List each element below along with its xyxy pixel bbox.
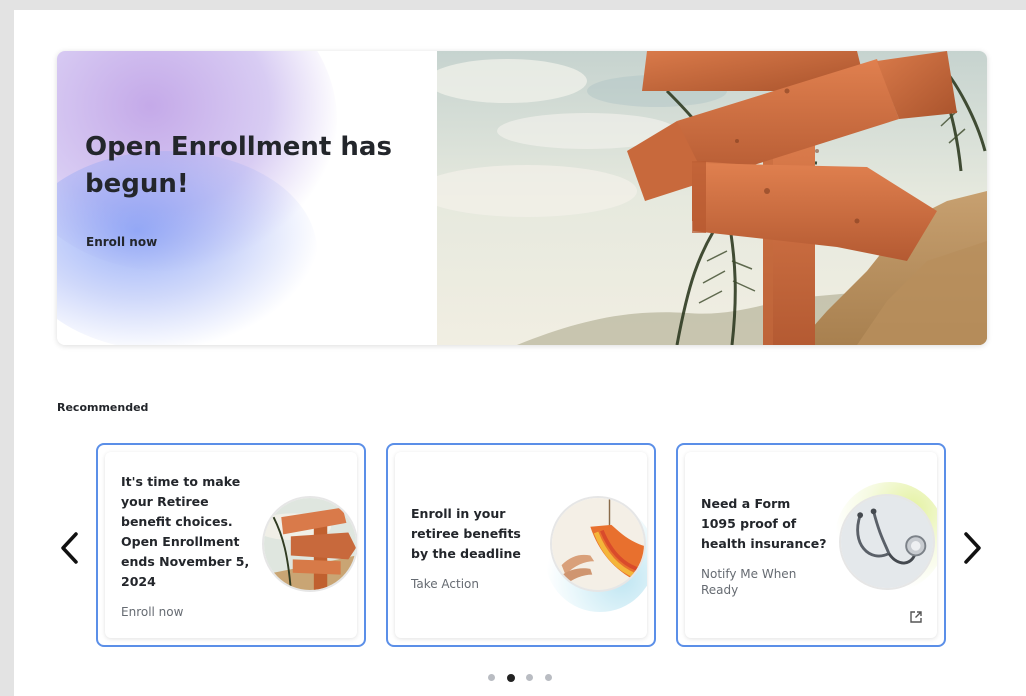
card-body: Need a Form 1095 proof of health insuran… xyxy=(685,452,937,638)
recommended-card-1[interactable]: It's time to make your Retiree benefit c… xyxy=(96,443,366,647)
hero-text-panel: Open Enrollment has begun! Enroll now xyxy=(57,51,437,345)
card-body: Enroll in your retiree benefits by the d… xyxy=(395,452,647,638)
pagination-dot-3[interactable] xyxy=(526,674,533,681)
hammock-image xyxy=(550,496,646,592)
pagination-dot-2[interactable] xyxy=(507,673,515,682)
recommended-card-3[interactable]: Need a Form 1095 proof of health insuran… xyxy=(676,443,946,647)
card-body: It's time to make your Retiree benefit c… xyxy=(105,452,357,638)
card-title: Need a Form 1095 proof of health insuran… xyxy=(701,496,827,551)
pagination-dot-4[interactable] xyxy=(545,674,552,681)
pagination-dot-1[interactable] xyxy=(488,674,495,681)
signpost-hero-image xyxy=(437,51,987,345)
card-action-link[interactable]: Take Action xyxy=(411,576,479,592)
card-action-link[interactable]: Notify Me When Ready xyxy=(701,566,811,598)
stethoscope-image xyxy=(839,494,935,590)
carousel-prev-button[interactable] xyxy=(56,530,84,566)
signpost-image xyxy=(262,496,357,592)
hero-title: Open Enrollment has begun! xyxy=(85,132,392,199)
card-title: It's time to make your Retiree benefit c… xyxy=(121,474,250,589)
window-frame-left xyxy=(0,0,14,696)
external-link-icon[interactable] xyxy=(909,610,923,624)
card-title: Enroll in your retiree benefits by the d… xyxy=(411,506,521,561)
recommended-card-2[interactable]: Enroll in your retiree benefits by the d… xyxy=(386,443,656,647)
recommended-heading: Recommended xyxy=(57,401,149,414)
hero-banner: Open Enrollment has begun! Enroll now xyxy=(57,51,987,345)
enroll-now-link[interactable]: Enroll now xyxy=(86,235,157,249)
carousel-next-button[interactable] xyxy=(958,530,986,566)
card-action-link[interactable]: Enroll now xyxy=(121,604,183,620)
window-frame-top xyxy=(0,0,1026,10)
